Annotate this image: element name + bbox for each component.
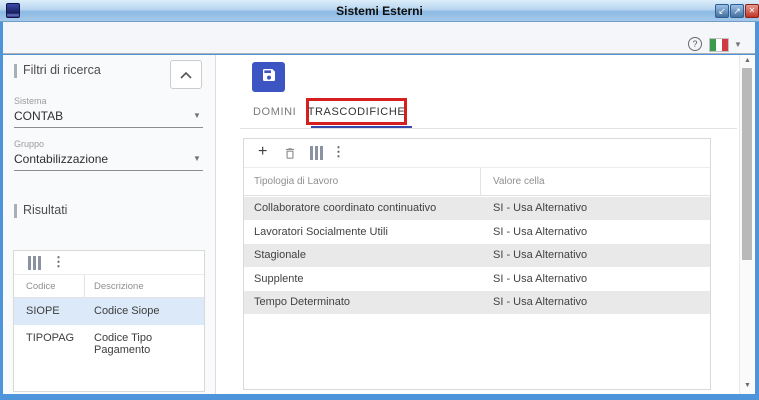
italian-flag-icon[interactable] [709,38,729,52]
table-header-row: Tipologia di Lavoro Valore cella [244,168,710,196]
table-toolbar: + ⋮ [244,139,710,168]
cell-tipologia: Tempo Determinato [254,296,350,308]
language-caret-icon[interactable]: ▼ [734,40,742,49]
collapse-filters-button[interactable] [170,60,202,89]
sistema-field-label: Sistema [14,96,47,106]
results-header-row: Codice Descrizione [14,274,204,298]
filters-section-title: Filtri di ricerca [23,63,101,77]
save-button[interactable] [252,62,285,92]
cell-tipologia: Collaboratore coordinato continuativo [254,202,436,214]
cell-descrizione: Codice Siope [94,305,159,317]
section-accent-bar [14,64,17,78]
col-tipologia: Tipologia di Lavoro [254,176,338,187]
scrollbar-thumb[interactable] [742,68,752,260]
cell-valore: SI - Usa Alternativo [493,202,587,214]
results-col-codice: Codice [26,281,56,292]
results-section-title: Risultati [23,203,67,217]
titlebar: Sistemi Esterni ↙ ↗ ✕ [0,0,759,22]
scroll-up-icon[interactable]: ▲ [740,57,755,64]
cell-tipologia: Lavoratori Socialmente Utili [254,226,388,238]
trascodifiche-table: + ⋮ Tipologia di Lavoro Valore cella Col… [243,138,711,390]
cell-tipologia: Supplente [254,273,304,285]
gruppo-caret-icon[interactable]: ▼ [193,154,201,163]
cell-valore: SI - Usa Alternativo [493,249,587,261]
table-row[interactable]: Supplente SI - Usa Alternativo [244,268,710,291]
col-valore-cella: Valore cella [493,176,545,187]
results-table: ⋮ Codice Descrizione SIOPE Codice Siope … [13,250,205,392]
maximize-window-icon[interactable]: ↗ [730,4,744,18]
column-divider [480,168,481,196]
delete-row-icon[interactable] [283,146,297,166]
window-title: Sistemi Esterni [0,4,759,18]
kebab-menu-icon[interactable]: ⋮ [332,145,345,159]
table-row[interactable]: Tempo Determinato SI - Usa Alternativo [244,291,710,314]
floppy-save-icon [261,67,277,88]
section-accent-bar [14,204,17,218]
sistema-caret-icon[interactable]: ▼ [193,111,201,120]
gruppo-select[interactable]: Contabilizzazione [14,152,108,166]
cell-valore: SI - Usa Alternativo [493,226,587,238]
gruppo-field-label: Gruppo [14,139,44,149]
results-toolbar: ⋮ [14,251,204,274]
table-row[interactable]: SIOPE Codice Siope [14,298,204,325]
column-chooser-icon[interactable] [28,256,41,275]
add-row-icon[interactable]: + [258,145,267,159]
table-row[interactable]: Lavoratori Socialmente Utili SI - Usa Al… [244,221,710,244]
cell-tipologia: Stagionale [254,249,306,261]
annotation-highlight-box: TRASCODIFICHE [306,98,407,125]
restore-window-icon[interactable]: ↙ [715,4,729,18]
column-chooser-icon[interactable] [310,146,323,165]
cell-valore: SI - Usa Alternativo [493,296,587,308]
sistema-underline [14,127,203,128]
close-window-icon[interactable]: ✕ [745,4,759,18]
table-row[interactable]: Collaboratore coordinato continuativo SI… [244,197,710,220]
app-window: Sistemi Esterni ↙ ↗ ✕ ? ▼ Filtri di rice… [0,0,759,400]
gruppo-underline [14,170,203,171]
tab-trascodifiche[interactable]: TRASCODIFICHE [308,106,406,118]
help-icon[interactable]: ? [688,37,702,51]
sistema-select[interactable]: CONTAB [14,109,63,123]
cell-codice: TIPOPAG [26,332,74,344]
cell-codice: SIOPE [26,305,60,317]
scroll-down-icon[interactable]: ▼ [740,382,755,389]
tabs-baseline [240,128,737,129]
results-col-descrizione: Descrizione [94,281,144,292]
table-row[interactable]: Stagionale SI - Usa Alternativo [244,244,710,267]
kebab-menu-icon[interactable]: ⋮ [52,255,65,269]
table-row[interactable]: TIPOPAG Codice Tipo Pagamento [14,325,204,352]
cell-valore: SI - Usa Alternativo [493,273,587,285]
chevron-up-icon [180,66,192,84]
vertical-scrollbar[interactable]: ▲ ▼ [739,55,754,394]
tab-domini[interactable]: DOMINI [253,106,296,118]
cell-descrizione: Codice Tipo Pagamento [94,332,204,356]
column-divider [84,275,85,299]
header-strip [3,22,755,54]
